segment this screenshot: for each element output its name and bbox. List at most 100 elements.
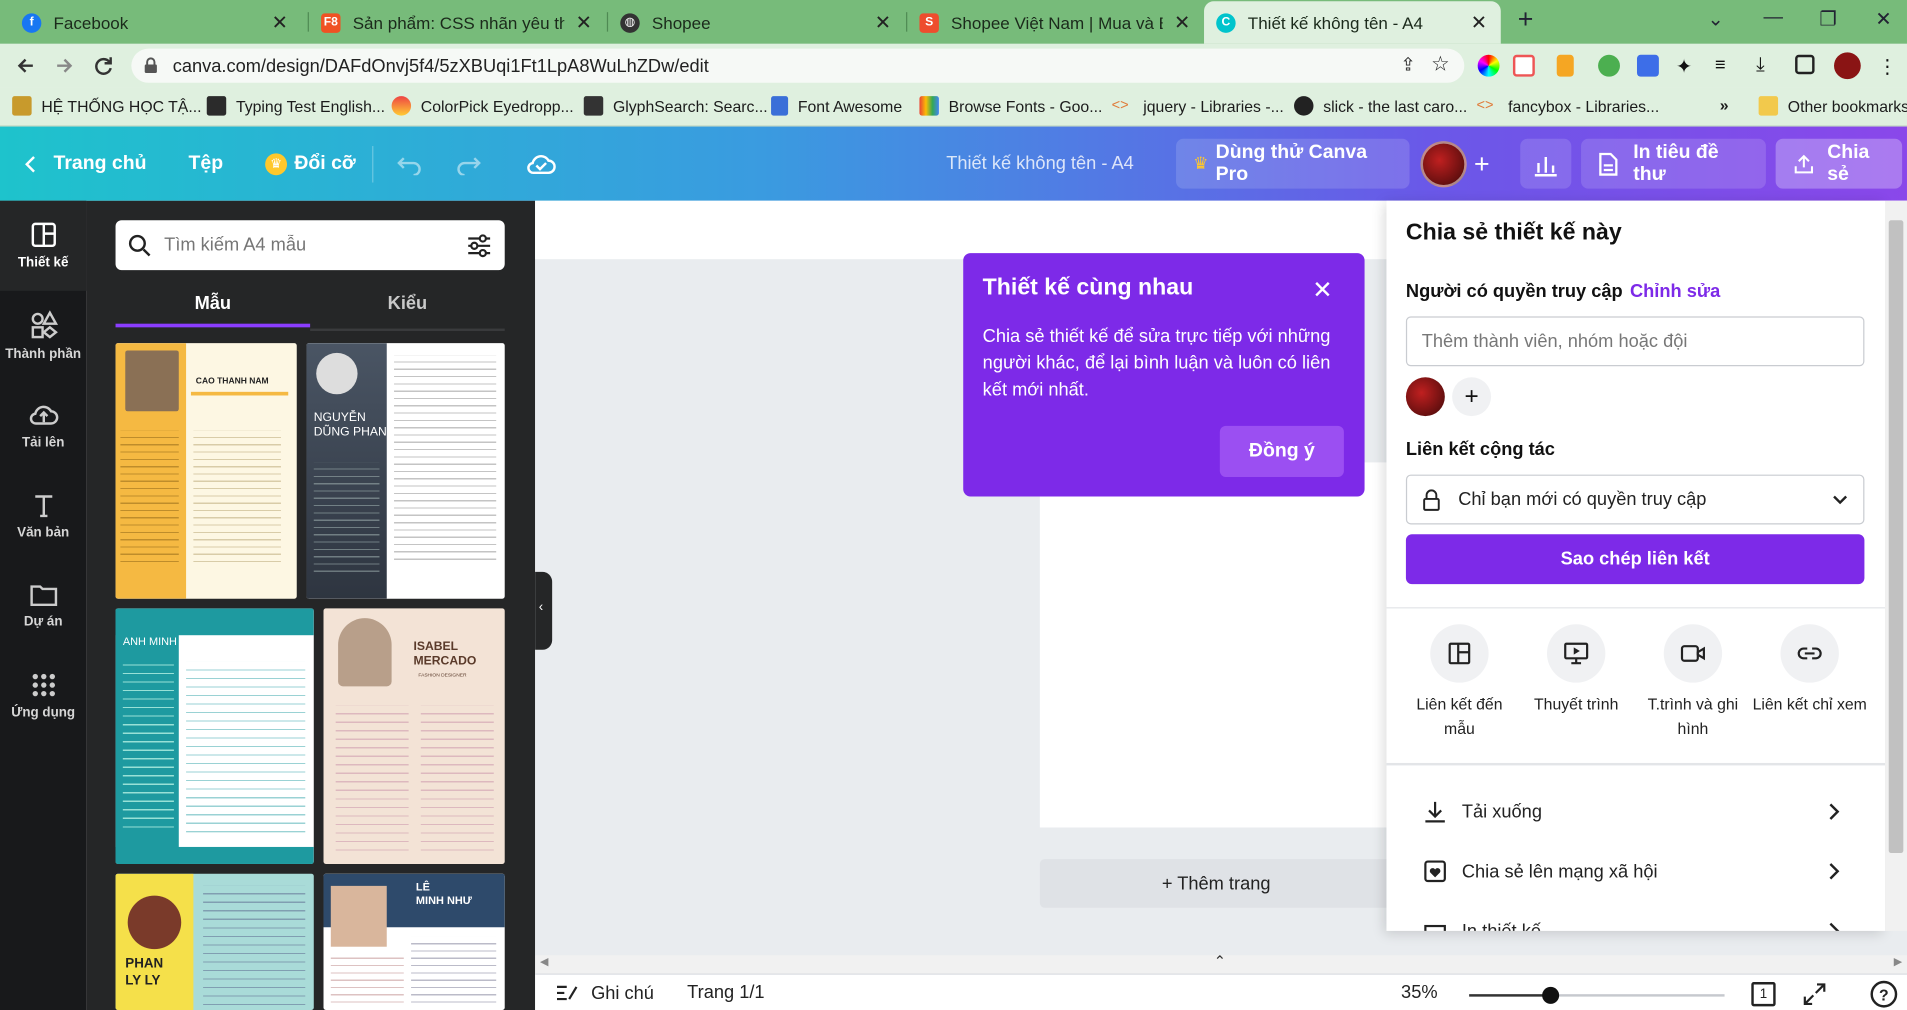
- zoom-value[interactable]: 35%: [1401, 982, 1438, 1003]
- other-bookmarks[interactable]: Other bookmarks: [1758, 96, 1907, 116]
- cloud-saved-button[interactable]: [525, 127, 557, 201]
- edit-access-link[interactable]: Chỉnh sửa: [1630, 281, 1720, 302]
- extension-icon[interactable]: [1598, 54, 1620, 77]
- bookmark-star-icon[interactable]: ☆: [1431, 52, 1450, 76]
- search-input[interactable]: [164, 234, 466, 256]
- nav-design[interactable]: Thiết kế: [0, 200, 87, 291]
- sidepanel-icon[interactable]: [1795, 54, 1815, 75]
- document-title[interactable]: Thiết kế không tên - A4: [946, 127, 1134, 201]
- page-indicator[interactable]: Trang 1/1: [687, 982, 764, 1003]
- redo-button[interactable]: [455, 127, 482, 201]
- tab-styles[interactable]: Kiểu: [310, 284, 505, 328]
- social-share-row[interactable]: Chia sẻ lên mạng xã hội: [1406, 847, 1865, 896]
- bookmark-item[interactable]: Browse Fonts - Goo...: [919, 96, 1102, 116]
- template-card[interactable]: LÊ MINH NHƯ: [323, 873, 505, 1010]
- user-avatar[interactable]: [1420, 141, 1467, 188]
- download-row[interactable]: Tải xuống: [1406, 787, 1865, 836]
- bookmark-item[interactable]: HỆ THỐNG HỌC TẬ...: [12, 96, 202, 116]
- page-count-button[interactable]: 1: [1751, 982, 1776, 1007]
- bookmark-item[interactable]: Font Awesome: [771, 96, 902, 116]
- extensions-puzzle-icon[interactable]: ✦: [1676, 55, 1698, 78]
- extension-icon[interactable]: [1556, 54, 1574, 77]
- print-letterhead-button[interactable]: In tiêu đề thư: [1581, 138, 1766, 189]
- template-search[interactable]: [115, 220, 505, 271]
- share-button[interactable]: Chia sẻ: [1775, 138, 1903, 189]
- zoom-slider[interactable]: [1469, 986, 1725, 1004]
- resize-button[interactable]: ♛ Đổi cỡ: [265, 127, 356, 201]
- tab-templates[interactable]: Mẫu: [115, 284, 311, 328]
- bookmark-item[interactable]: ColorPick Eyedropp...: [391, 96, 574, 116]
- media-icon[interactable]: ≡: [1715, 55, 1737, 77]
- zoom-slider-handle[interactable]: [1542, 986, 1560, 1004]
- notes-button[interactable]: Ghi chú: [555, 982, 654, 1004]
- template-link-option[interactable]: Liên kết đến mẫu: [1401, 624, 1518, 741]
- tab-search-icon[interactable]: ⌄: [1708, 7, 1724, 31]
- share-page-icon[interactable]: ⇪: [1400, 54, 1415, 76]
- insights-button[interactable]: [1520, 138, 1572, 189]
- close-tab-icon[interactable]: ✕: [1469, 10, 1488, 34]
- colorpick-extension-icon[interactable]: [1477, 54, 1500, 77]
- canvas-horizontal-scrollbar[interactable]: ◀ ⌃ ▶: [535, 953, 1907, 974]
- close-icon[interactable]: ✕: [1312, 275, 1332, 305]
- share-panel-scrollbar[interactable]: [1885, 200, 1907, 931]
- profile-avatar[interactable]: [1834, 52, 1861, 80]
- forward-button[interactable]: [51, 52, 78, 79]
- tab-facebook[interactable]: f Facebook ✕: [10, 4, 302, 42]
- close-tab-icon[interactable]: ✕: [270, 10, 289, 34]
- view-link-option[interactable]: Liên kết chỉ xem: [1751, 624, 1868, 716]
- nav-uploads[interactable]: Tải lên: [0, 381, 86, 471]
- extension-icon[interactable]: [1636, 54, 1659, 77]
- ok-button[interactable]: Đồng ý: [1219, 425, 1344, 478]
- restore-button[interactable]: ❐: [1819, 7, 1836, 31]
- reload-button[interactable]: [90, 52, 117, 79]
- bookmark-item[interactable]: <> fancybox - Libraries...: [1476, 96, 1659, 115]
- close-tab-icon[interactable]: ✕: [574, 10, 593, 34]
- download-icon[interactable]: ⤓: [1756, 55, 1778, 77]
- back-button[interactable]: [12, 52, 39, 79]
- bookmark-item[interactable]: GlyphSearch: Searc...: [583, 96, 768, 116]
- tab-f8[interactable]: F8 Sản phẩm: CSS nhãn yêu thích ✕: [309, 4, 606, 42]
- file-menu-button[interactable]: Tệp: [189, 127, 224, 201]
- try-pro-button[interactable]: ♛ Dùng thử Canva Pro: [1176, 138, 1410, 189]
- present-option[interactable]: Thuyết trình: [1518, 624, 1635, 716]
- bookmark-item[interactable]: slick - the last caro...: [1294, 96, 1467, 116]
- nav-projects[interactable]: Dự án: [0, 561, 86, 651]
- nav-text[interactable]: Văn bản: [0, 471, 86, 561]
- nav-apps[interactable]: Ứng dụng: [0, 651, 86, 741]
- add-member-button[interactable]: +: [1452, 377, 1492, 417]
- close-window-button[interactable]: ✕: [1875, 7, 1891, 31]
- member-input[interactable]: Thêm thành viên, nhóm hoặc đội: [1405, 316, 1865, 367]
- template-card[interactable]: ISABEL MERCADO FASHION DESIGNER: [323, 608, 505, 864]
- access-select[interactable]: Chỉ bạn mới có quyền truy cập: [1405, 474, 1865, 525]
- record-option[interactable]: T.trình và ghi hình: [1635, 624, 1752, 741]
- home-button[interactable]: Trang chủ: [22, 127, 147, 201]
- minimize-button[interactable]: —: [1763, 7, 1782, 29]
- url-bar[interactable]: canva.com/design/DAFdOnvj5f4/5zXBUqi1Ft1…: [131, 48, 1465, 83]
- extension-icon[interactable]: [1512, 54, 1535, 77]
- add-collaborator-button[interactable]: +: [1474, 127, 1490, 201]
- close-tab-icon[interactable]: ✕: [873, 10, 892, 34]
- bookmark-item[interactable]: Typing Test English...: [206, 96, 385, 116]
- close-tab-icon[interactable]: ✕: [1172, 10, 1191, 34]
- filter-icon[interactable]: [466, 233, 493, 257]
- more-bookmarks-button[interactable]: »: [1720, 96, 1729, 114]
- template-card[interactable]: NGUYỄN DŨNG PHAN: [306, 343, 505, 599]
- collapse-panel-button[interactable]: ‹: [535, 571, 553, 650]
- undo-button[interactable]: [396, 127, 423, 201]
- design-page[interactable]: [1039, 462, 1393, 828]
- print-row[interactable]: In thiết kế: [1406, 907, 1865, 931]
- tab-shopee-vn[interactable]: S Shopee Việt Nam | Mua và Bán Tr ✕: [907, 4, 1204, 42]
- add-page-button[interactable]: + Thêm trang: [1039, 859, 1393, 908]
- tab-shopee[interactable]: ◍ Shopee ✕: [608, 4, 905, 42]
- template-card[interactable]: CAO THANH NAM: [115, 343, 297, 599]
- new-tab-button[interactable]: +: [1518, 4, 1534, 36]
- template-card[interactable]: PHAN LY LY: [115, 873, 314, 1010]
- chevron-up-icon[interactable]: ⌃: [1214, 953, 1226, 970]
- nav-elements[interactable]: Thành phần: [0, 291, 86, 381]
- help-button[interactable]: ?: [1870, 980, 1898, 1008]
- copy-link-button[interactable]: Sao chép liên kết: [1405, 534, 1865, 585]
- fullscreen-button[interactable]: [1802, 982, 1826, 1006]
- bookmark-item[interactable]: <> jquery - Libraries -...: [1112, 96, 1284, 115]
- menu-icon[interactable]: ⋮: [1878, 55, 1900, 78]
- template-card[interactable]: ANH MINH: [115, 608, 314, 864]
